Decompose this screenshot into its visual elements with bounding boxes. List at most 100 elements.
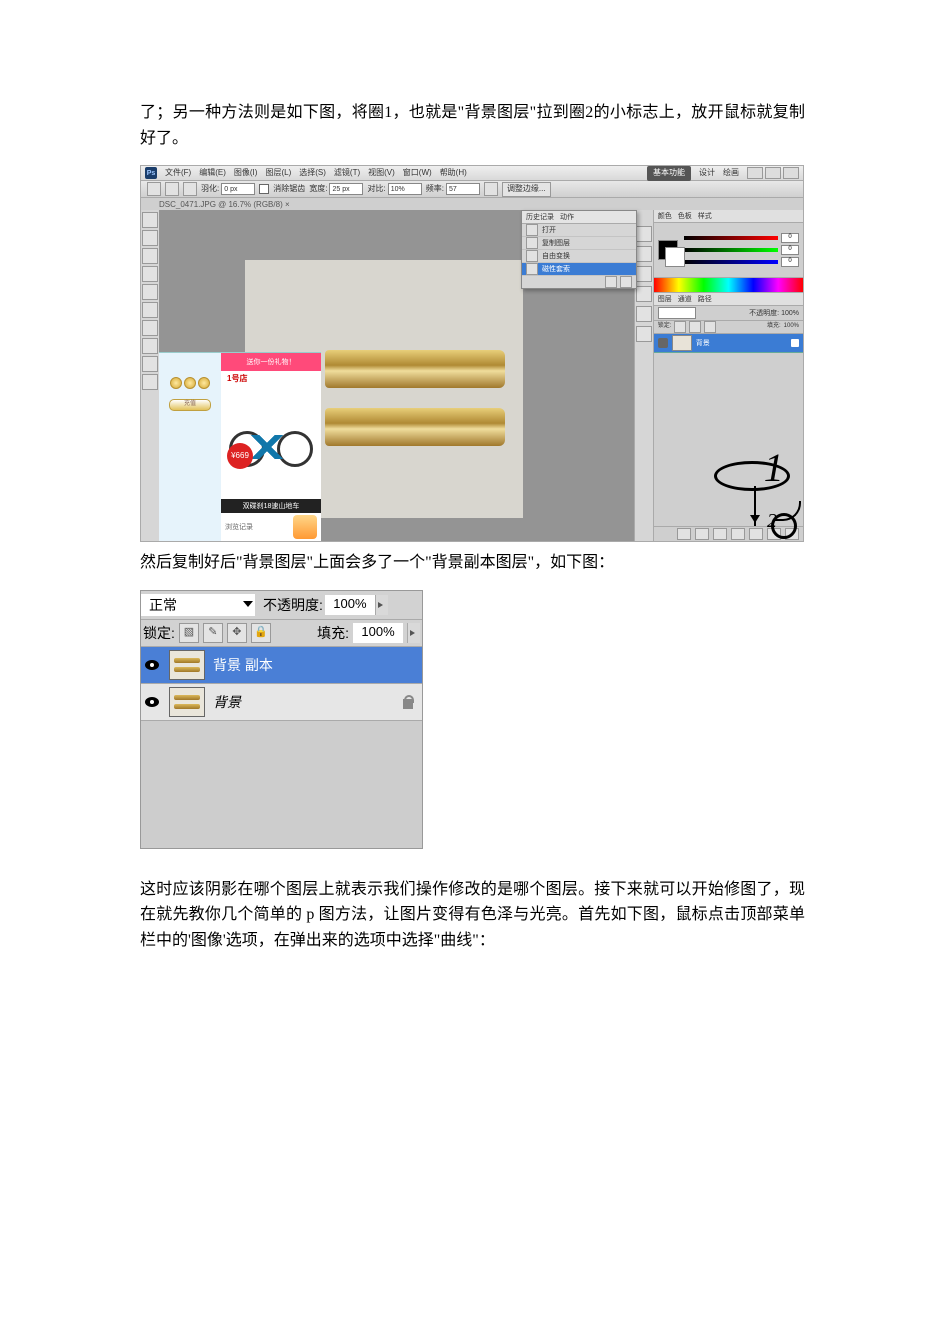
fg-bg-swatch-icon[interactable] xyxy=(658,240,678,260)
opacity-flyout-icon[interactable] xyxy=(375,595,388,615)
tab-layers[interactable]: 图层 xyxy=(658,294,672,305)
dock-adjust-icon[interactable] xyxy=(636,286,652,302)
g-value[interactable]: 0 xyxy=(781,245,799,255)
refine-edge-button[interactable]: 调整边缘... xyxy=(502,182,551,197)
wand-tool-icon[interactable] xyxy=(142,266,158,282)
lock-all-icon[interactable] xyxy=(704,321,716,333)
tab-styles[interactable]: 样式 xyxy=(698,211,712,222)
recharge-button[interactable]: 充值 xyxy=(169,399,211,411)
opacity-input[interactable]: 100% xyxy=(325,595,375,615)
lock-pixels-icon[interactable]: ✎ xyxy=(203,623,223,643)
opacity-value[interactable]: 100% xyxy=(781,308,799,319)
marquee-tool-icon[interactable] xyxy=(142,230,158,246)
eyedropper-tool-icon[interactable] xyxy=(142,302,158,318)
brush-tool-icon[interactable] xyxy=(142,320,158,336)
lock-position-icon[interactable]: ✥ xyxy=(227,623,247,643)
tab-history[interactable]: 历史记录 xyxy=(526,212,554,223)
tab-channels[interactable]: 通道 xyxy=(678,294,692,305)
frequency-input[interactable]: 57 xyxy=(446,183,480,195)
gradient-tool-icon[interactable] xyxy=(142,374,158,390)
fill-flyout-icon[interactable] xyxy=(407,623,420,643)
history-label: 自由变换 xyxy=(542,251,570,262)
blend-mode-select[interactable] xyxy=(658,307,696,319)
workspace-design[interactable]: 设计 xyxy=(699,167,715,180)
workspace-essentials[interactable]: 基本功能 xyxy=(647,166,691,181)
options-bar: 羽化: 0 px 消除锯齿 宽度: 25 px 对比: 10% 频率: 57 调… xyxy=(141,181,803,198)
lasso-tool-icon[interactable] xyxy=(142,248,158,264)
menu-edit[interactable]: 编辑(E) xyxy=(199,167,226,180)
ad-banner[interactable]: 送你一份礼物！ xyxy=(221,353,321,371)
close-icon[interactable] xyxy=(783,167,799,179)
color-spectrum[interactable] xyxy=(654,278,803,293)
fill-label: 填充: xyxy=(317,622,349,644)
photoshop-screenshot-1: Ps 文件(F) 编辑(E) 图像(I) 图层(L) 选择(S) 滤镜(T) 视… xyxy=(140,165,804,542)
selection-add-icon[interactable] xyxy=(183,182,197,196)
minimize-icon[interactable] xyxy=(747,167,763,179)
dock-swatches-icon[interactable] xyxy=(636,246,652,262)
lock-position-icon[interactable] xyxy=(689,321,701,333)
link-layers-icon[interactable] xyxy=(677,528,691,540)
menu-filter[interactable]: 滤镜(T) xyxy=(334,167,360,180)
avatar-icon[interactable] xyxy=(293,515,317,539)
history-step-icon xyxy=(526,224,538,236)
g-slider[interactable] xyxy=(684,248,778,252)
feather-input[interactable]: 0 px xyxy=(221,183,255,195)
tool-preset-icon[interactable] xyxy=(147,182,161,196)
tab-paths[interactable]: 路径 xyxy=(698,294,712,305)
menu-window[interactable]: 窗口(W) xyxy=(403,167,432,180)
history-item[interactable]: 打开 xyxy=(522,224,636,237)
tab-actions[interactable]: 动作 xyxy=(560,212,574,223)
dock-styles-icon[interactable] xyxy=(636,266,652,282)
width-input[interactable]: 25 px xyxy=(329,183,363,195)
history-item[interactable]: 复制图层 xyxy=(522,237,636,250)
layer-row-background[interactable]: 背景 xyxy=(141,684,422,721)
antialias-checkbox[interactable] xyxy=(259,184,269,194)
menu-file[interactable]: 文件(F) xyxy=(165,167,191,180)
layer-group-icon[interactable] xyxy=(749,528,763,540)
b-value[interactable]: 0 xyxy=(781,257,799,267)
layer-style-icon[interactable] xyxy=(695,528,709,540)
eraser-tool-icon[interactable] xyxy=(142,356,158,372)
selection-new-icon[interactable] xyxy=(165,182,179,196)
history-new-icon[interactable] xyxy=(605,276,617,288)
lock-pixels-icon[interactable] xyxy=(674,321,686,333)
browse-history-label[interactable]: 浏览记录 xyxy=(225,522,253,533)
menu-help[interactable]: 帮助(H) xyxy=(440,167,467,180)
b-slider[interactable] xyxy=(684,260,778,264)
history-delete-icon[interactable] xyxy=(620,276,632,288)
tab-color[interactable]: 颜色 xyxy=(658,211,672,222)
lock-transparent-icon[interactable]: ▧ xyxy=(179,623,199,643)
menu-layer[interactable]: 图层(L) xyxy=(265,167,291,180)
r-value[interactable]: 0 xyxy=(781,233,799,243)
tab-swatches[interactable]: 色板 xyxy=(678,211,692,222)
history-item-selected[interactable]: 磁性套索 xyxy=(522,263,636,276)
menu-view[interactable]: 视图(V) xyxy=(368,167,395,180)
visibility-eye-icon[interactable] xyxy=(145,697,159,707)
blend-mode-select[interactable]: 正常 xyxy=(141,594,255,616)
dock-color-icon[interactable] xyxy=(636,226,652,242)
move-tool-icon[interactable] xyxy=(142,212,158,228)
lock-all-icon[interactable]: 🔒 xyxy=(251,623,271,643)
history-item[interactable]: 自由变换 xyxy=(522,250,636,263)
ad-product[interactable]: ¥669 xyxy=(221,387,321,499)
layer-row-background[interactable]: 背景 xyxy=(654,334,803,353)
crop-tool-icon[interactable] xyxy=(142,284,158,300)
r-slider[interactable] xyxy=(684,236,778,240)
adjustment-layer-icon[interactable] xyxy=(731,528,745,540)
workspace-paint[interactable]: 绘画 xyxy=(723,167,739,180)
menu-image[interactable]: 图像(I) xyxy=(234,167,258,180)
maximize-icon[interactable] xyxy=(765,167,781,179)
pen-pressure-icon[interactable] xyxy=(484,182,498,196)
dock-char-icon[interactable] xyxy=(636,306,652,322)
contrast-input[interactable]: 10% xyxy=(388,183,422,195)
layer-row-copy[interactable]: 背景 副本 xyxy=(141,647,422,684)
fill-value[interactable]: 100% xyxy=(784,322,799,332)
history-panel[interactable]: 历史记录 动作 打开 复制图层 自由变换 磁性套索 xyxy=(521,210,637,289)
stamp-tool-icon[interactable] xyxy=(142,338,158,354)
visibility-eye-icon[interactable] xyxy=(658,338,668,348)
fill-input[interactable]: 100% xyxy=(353,623,403,643)
visibility-eye-icon[interactable] xyxy=(145,660,159,670)
layer-mask-icon[interactable] xyxy=(713,528,727,540)
dock-para-icon[interactable] xyxy=(636,326,652,342)
menu-select[interactable]: 选择(S) xyxy=(299,167,326,180)
